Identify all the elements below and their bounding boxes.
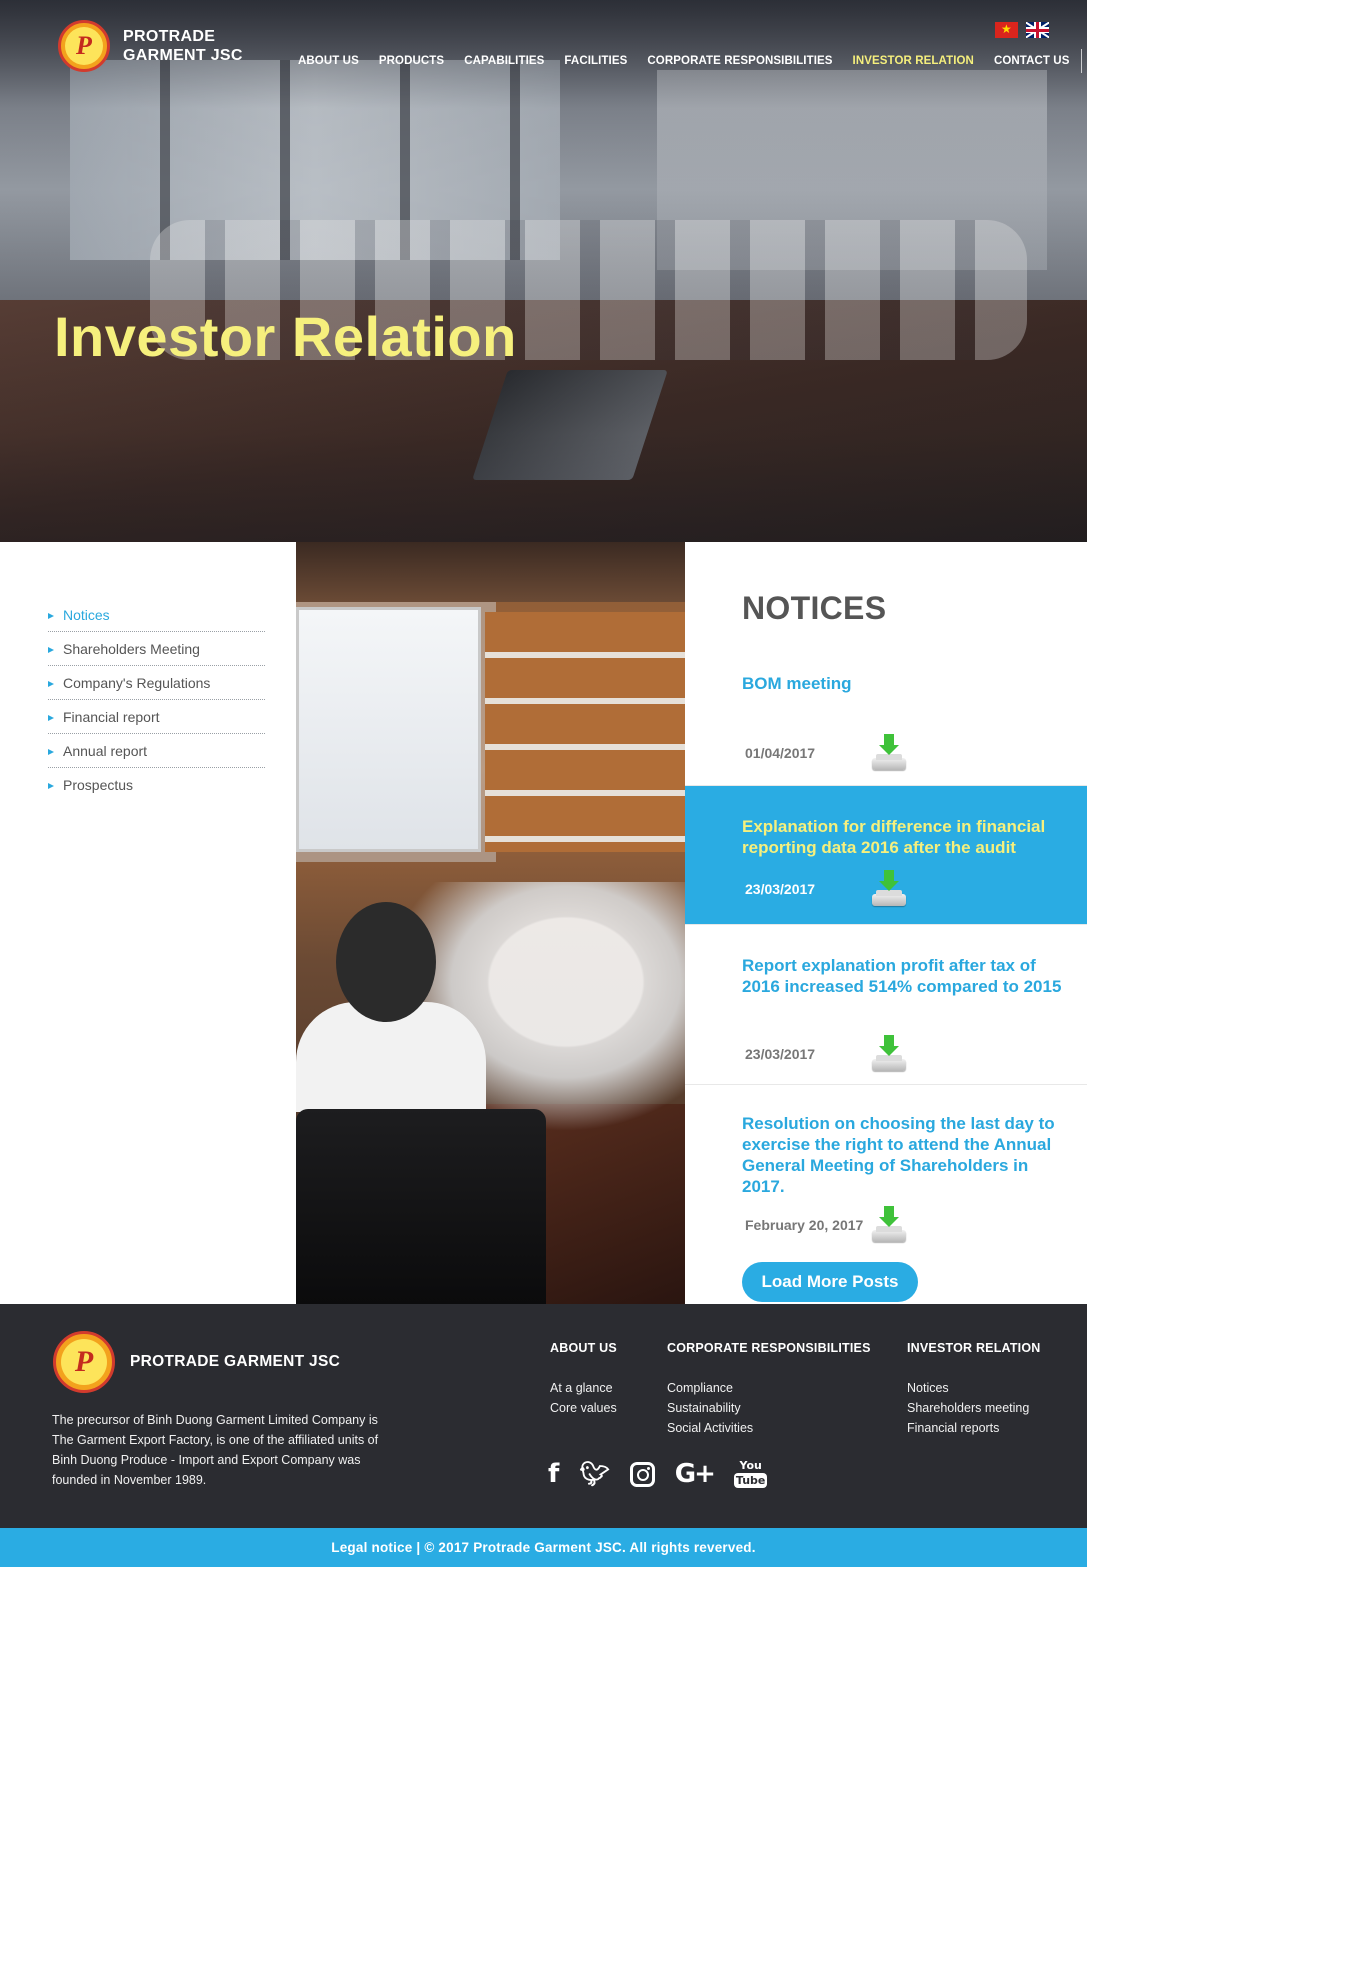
footer-col-corporate-responsibilities: CORPORATE RESPONSIBILITIES Compliance Su… — [667, 1341, 871, 1438]
main-nav: ABOUT US PRODUCTS CAPABILITIES FACILITIE… — [298, 49, 1087, 73]
load-more-button[interactable]: Load More Posts — [742, 1262, 918, 1302]
notice-date: 23/03/2017 — [745, 881, 816, 897]
footer-col-heading: ABOUT US — [550, 1341, 617, 1355]
triangle-bullet-icon — [48, 646, 54, 653]
sidebar-item-label: Shareholders Meeting — [63, 640, 200, 657]
sidebar: Notices Shareholders Meeting Company's R… — [0, 542, 296, 1304]
sidebar-item-label: Annual report — [63, 742, 148, 759]
footer-brand-name: PROTRADE GARMENT JSC — [130, 1353, 341, 1370]
meeting-photo — [296, 542, 685, 1304]
notice-date: 01/04/2017 — [745, 745, 816, 761]
footer: P PROTRADE GARMENT JSC The precursor of … — [0, 1304, 1087, 1528]
footer-link-financial-reports[interactable]: Financial reports — [907, 1418, 1041, 1438]
legal-bar: Legal notice | © 2017 Protrade Garment J… — [0, 1528, 1087, 1567]
projector-screen — [296, 607, 481, 852]
download-icon[interactable] — [870, 1035, 908, 1073]
footer-link-compliance[interactable]: Compliance — [667, 1378, 871, 1398]
triangle-bullet-icon — [48, 612, 54, 619]
footer-logo[interactable]: P PROTRADE GARMENT JSC — [53, 1331, 340, 1393]
nav-corporate-responsibilities[interactable]: CORPORATE RESPONSIBILITIES — [647, 55, 832, 67]
notices-heading: NOTICES — [742, 590, 887, 626]
sidebar-item-notices[interactable]: Notices — [48, 598, 265, 632]
footer-link-sustainability[interactable]: Sustainability — [667, 1398, 871, 1418]
notice-title[interactable]: BOM meeting — [742, 673, 1071, 694]
sidebar-item-label: Prospectus — [63, 777, 134, 793]
footer-link-notices[interactable]: Notices — [907, 1378, 1041, 1398]
footer-col-heading: CORPORATE RESPONSIBILITIES — [667, 1341, 871, 1355]
notice-date: February 20, 2017 — [745, 1217, 864, 1233]
sidebar-item-label: Financial report — [63, 708, 160, 725]
nav-divider — [1081, 49, 1083, 73]
brand-name: PROTRADE GARMENT JSC — [123, 28, 243, 64]
youtube-icon[interactable]: You Tube — [733, 1460, 768, 1488]
vietnamese-flag-icon[interactable] — [995, 21, 1018, 38]
download-icon[interactable] — [870, 1206, 908, 1244]
sidebar-item-annual-report[interactable]: Annual report — [48, 734, 265, 768]
logo-icon: P — [53, 1331, 115, 1393]
footer-link-shareholders-meeting[interactable]: Shareholders meeting — [907, 1398, 1041, 1418]
sidebar-item-prospectus[interactable]: Prospectus — [48, 768, 265, 802]
sidebar-item-label: Notices — [63, 606, 110, 623]
notice-item: BOM meeting 01/04/2017 — [685, 663, 1087, 786]
notice-title[interactable]: Report explanation profit after tax of 2… — [742, 955, 1071, 997]
twitter-icon[interactable]: 🐦︎ — [579, 1460, 609, 1488]
logo-icon: P — [58, 20, 110, 72]
triangle-bullet-icon — [48, 680, 54, 687]
download-icon[interactable] — [870, 870, 908, 908]
main-content: Notices Shareholders Meeting Company's R… — [0, 542, 1087, 1304]
sidebar-item-shareholders-meeting[interactable]: Shareholders Meeting — [48, 632, 265, 666]
sidebar-item-company-regulations[interactable]: Company's Regulations — [48, 666, 265, 700]
nav-facilities[interactable]: FACILITIES — [564, 55, 627, 67]
footer-link-core-values[interactable]: Core values — [550, 1398, 617, 1418]
nav-capabilities[interactable]: CAPABILITIES — [464, 55, 544, 67]
google-plus-icon[interactable]: G+ — [675, 1459, 716, 1489]
language-switcher — [995, 21, 1049, 38]
footer-col-about-us: ABOUT US At a glance Core values — [550, 1341, 617, 1418]
footer-about-text: The precursor of Binh Duong Garment Limi… — [52, 1413, 379, 1487]
footer-link-at-a-glance[interactable]: At a glance — [550, 1378, 617, 1398]
sidebar-item-financial-report[interactable]: Financial report — [48, 700, 265, 734]
notice-item: Resolution on choosing the last day to e… — [685, 1085, 1087, 1244]
footer-col-investor-relation: INVESTOR RELATION Notices Shareholders m… — [907, 1341, 1041, 1438]
page-title: Investor Relation — [54, 305, 517, 368]
facebook-icon[interactable]: f — [548, 1459, 559, 1489]
triangle-bullet-icon — [48, 783, 54, 789]
nav-contact-us[interactable]: CONTACT US — [994, 55, 1070, 67]
notice-item: Explanation for difference in financial … — [685, 786, 1087, 925]
triangle-bullet-icon — [48, 748, 54, 755]
instagram-icon[interactable] — [629, 1461, 655, 1487]
notice-title[interactable]: Resolution on choosing the last day to e… — [742, 1113, 1071, 1197]
hero-banner: P PROTRADE GARMENT JSC ABOUT US PRODUCTS… — [0, 0, 1087, 542]
notice-title[interactable]: Explanation for difference in financial … — [742, 816, 1071, 858]
header: P PROTRADE GARMENT JSC ABOUT US PRODUCTS… — [0, 0, 1087, 100]
notice-item: Report explanation profit after tax of 2… — [685, 925, 1087, 1085]
english-flag-icon[interactable] — [1026, 22, 1049, 38]
social-links: f 🐦︎ G+ You Tube — [548, 1459, 768, 1489]
nav-investor-relation[interactable]: INVESTOR RELATION — [853, 55, 974, 67]
notice-date: 23/03/2017 — [745, 1046, 816, 1062]
nav-about-us[interactable]: ABOUT US — [298, 55, 359, 67]
notices-list: NOTICES BOM meeting 01/04/2017 Explanati… — [685, 542, 1087, 1304]
nav-products[interactable]: PRODUCTS — [379, 55, 444, 67]
sidebar-item-label: Company's Regulations — [63, 674, 211, 691]
header-logo[interactable]: P PROTRADE GARMENT JSC — [58, 20, 243, 72]
footer-link-social-activities[interactable]: Social Activities — [667, 1418, 871, 1438]
triangle-bullet-icon — [48, 714, 54, 721]
download-icon[interactable] — [870, 734, 908, 772]
footer-col-heading: INVESTOR RELATION — [907, 1341, 1041, 1355]
